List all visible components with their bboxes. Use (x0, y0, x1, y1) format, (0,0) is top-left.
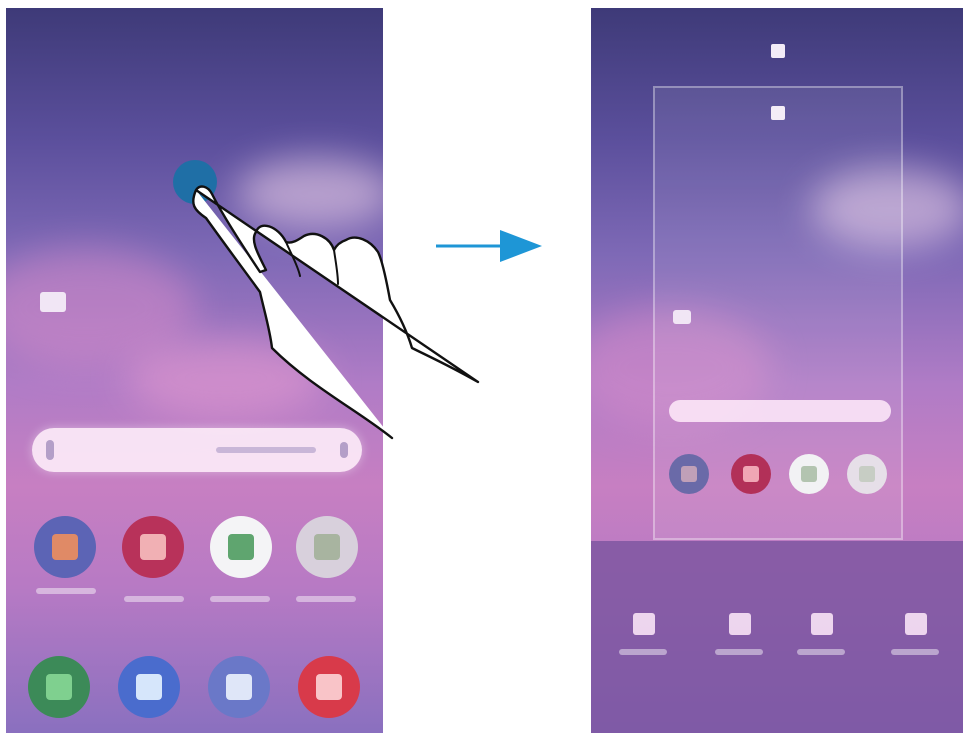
settings-icon (905, 613, 927, 635)
internet-app-icon[interactable] (208, 656, 270, 718)
app-label (210, 596, 270, 602)
hand-icon (192, 185, 480, 440)
play-store-app-icon[interactable] (210, 516, 272, 578)
play-store-app-icon[interactable] (789, 454, 829, 494)
camera-app-icon[interactable] (298, 656, 360, 718)
hand-tap-hold-gesture (173, 160, 480, 440)
store-app-icon[interactable] (122, 516, 184, 578)
wallpapers-option[interactable] (613, 613, 673, 663)
phone-app-icon[interactable] (28, 656, 90, 718)
option-label (891, 649, 939, 655)
store-app-icon[interactable] (731, 454, 771, 494)
app-label (124, 596, 184, 602)
option-label (619, 649, 667, 655)
themes-icon (729, 613, 751, 635)
google-folder-app-icon[interactable] (296, 516, 358, 578)
themes-option[interactable] (709, 613, 769, 663)
settings-option[interactable] (885, 613, 945, 663)
search-widget-preview[interactable] (669, 400, 891, 422)
option-label (715, 649, 763, 655)
arrow-right-icon (436, 230, 542, 262)
app-label (296, 596, 356, 602)
widgets-option[interactable] (791, 613, 851, 663)
wallpapers-icon (633, 613, 655, 635)
search-icon (46, 440, 54, 460)
widgets-icon (811, 613, 833, 635)
option-label (797, 649, 845, 655)
weather-widget-icon[interactable] (40, 292, 66, 312)
weather-widget-icon[interactable] (673, 310, 691, 324)
delete-page-icon[interactable] (771, 44, 785, 58)
gallery-app-icon[interactable] (669, 454, 709, 494)
app-label (36, 588, 96, 594)
messages-app-icon[interactable] (118, 656, 180, 718)
home-screen-edit-mode (591, 8, 963, 733)
google-folder-app-icon[interactable] (847, 454, 887, 494)
gallery-app-icon[interactable] (34, 516, 96, 578)
